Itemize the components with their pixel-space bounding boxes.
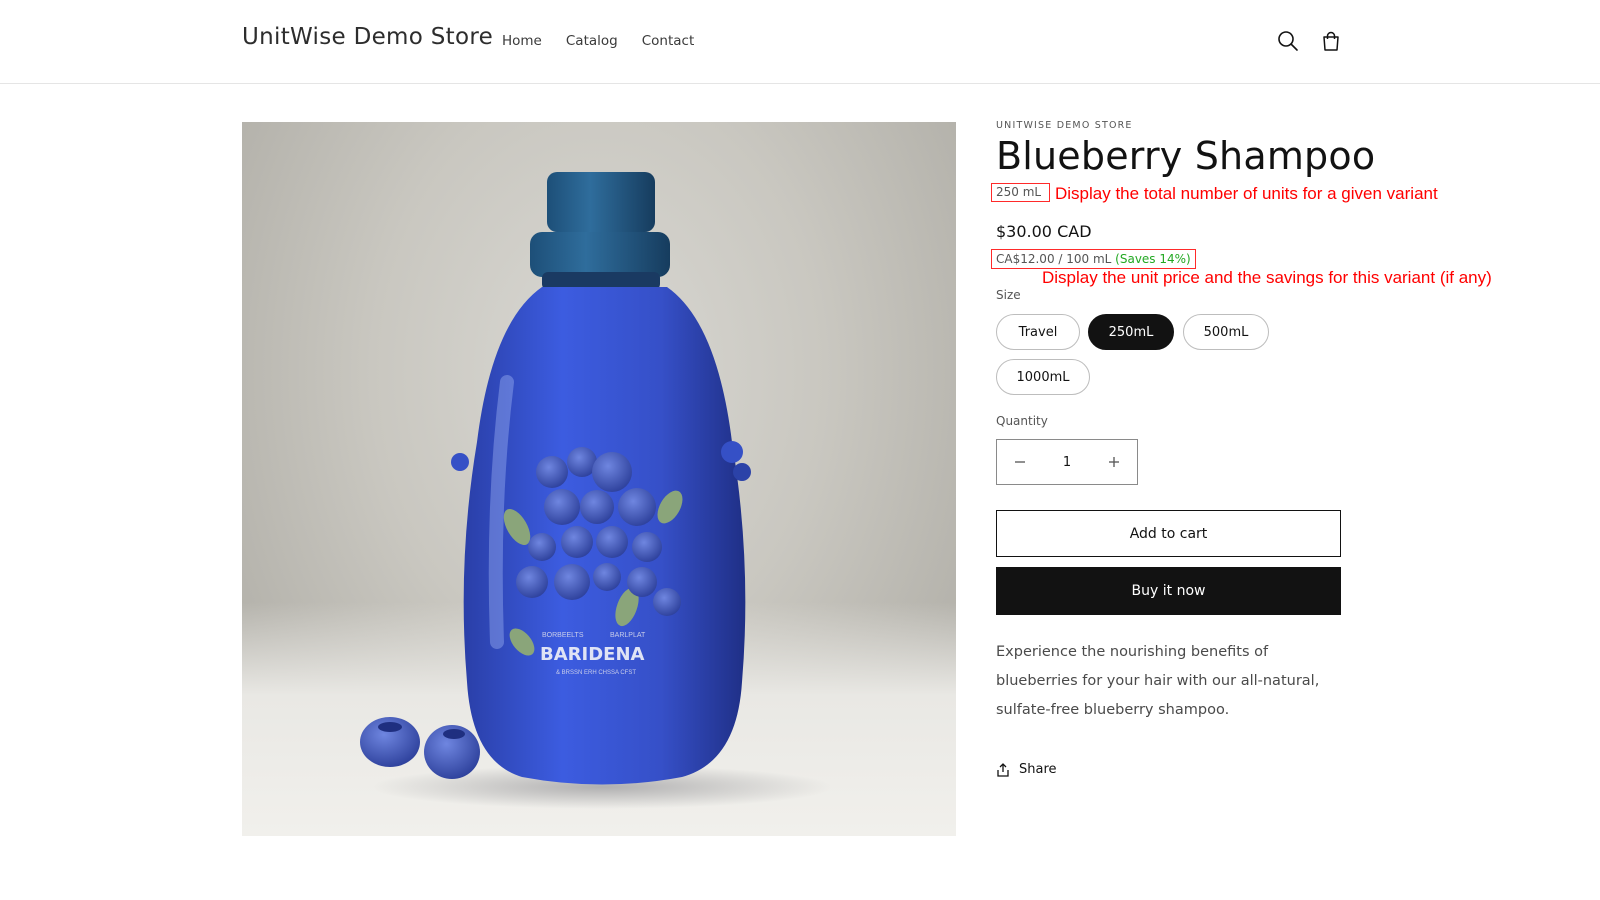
quantity-stepper bbox=[996, 439, 1138, 485]
minus-icon bbox=[1015, 461, 1025, 463]
product-title: Blueberry Shampoo bbox=[996, 134, 1376, 178]
share-button[interactable]: Share bbox=[996, 762, 1057, 777]
variant-units: 250 mL bbox=[991, 183, 1050, 202]
quantity-input[interactable] bbox=[1043, 440, 1091, 484]
variant-travel[interactable]: Travel bbox=[996, 314, 1080, 350]
unit-price-value: CA$12.00 / 100 mL bbox=[996, 252, 1112, 266]
variant-500ml[interactable]: 500mL bbox=[1183, 314, 1269, 350]
product-image[interactable]: BORBEELTS BARLPLAT BARIDENA & BRSSN ERH … bbox=[242, 122, 956, 836]
nav-home[interactable]: Home bbox=[502, 33, 542, 49]
bottle-label-small-left: BORBEELTS bbox=[542, 632, 584, 639]
shampoo-bottle-illustration: BORBEELTS BARLPLAT BARIDENA & BRSSN ERH … bbox=[360, 172, 832, 809]
search-button[interactable] bbox=[1275, 28, 1301, 54]
buy-now-button[interactable]: Buy it now bbox=[996, 567, 1341, 615]
plus-icon bbox=[1109, 457, 1119, 467]
decrease-quantity-button[interactable] bbox=[997, 440, 1043, 484]
quantity-label: Quantity bbox=[996, 414, 1048, 428]
share-label: Share bbox=[1019, 762, 1057, 777]
cart-icon bbox=[1323, 31, 1339, 51]
site-header: UnitWise Demo Store Home Catalog Contact bbox=[0, 0, 1600, 84]
bottle-label-sub: & BRSSN ERH CHSSA CFST bbox=[556, 670, 636, 676]
savings-badge: (Saves 14%) bbox=[1115, 252, 1191, 266]
annotation-unit-price: Display the unit price and the savings f… bbox=[1042, 268, 1492, 287]
search-icon bbox=[1278, 31, 1298, 51]
bottle-brand: BARIDENA bbox=[540, 644, 645, 665]
store-name-link[interactable]: UnitWise Demo Store bbox=[242, 24, 493, 50]
add-to-cart-button[interactable]: Add to cart bbox=[996, 510, 1341, 557]
increase-quantity-button[interactable] bbox=[1091, 440, 1137, 484]
variant-1000ml[interactable]: 1000mL bbox=[996, 359, 1090, 395]
annotation-units: Display the total number of units for a … bbox=[1055, 184, 1438, 203]
share-icon bbox=[997, 762, 1009, 777]
variant-250ml[interactable]: 250mL bbox=[1088, 314, 1174, 350]
product-vendor: UNITWISE DEMO STORE bbox=[996, 120, 1133, 131]
nav-contact[interactable]: Contact bbox=[642, 33, 695, 49]
size-label: Size bbox=[996, 288, 1021, 302]
bottle-label-small-right: BARLPLAT bbox=[610, 632, 646, 639]
cart-button[interactable] bbox=[1318, 28, 1344, 54]
unit-price: CA$12.00 / 100 mL (Saves 14%) bbox=[991, 249, 1196, 269]
product-description: Experience the nourishing benefits of bl… bbox=[996, 644, 1320, 718]
nav-catalog[interactable]: Catalog bbox=[566, 33, 618, 49]
main-nav: Home Catalog Contact bbox=[502, 33, 718, 49]
product-price: $30.00 CAD bbox=[996, 222, 1092, 241]
